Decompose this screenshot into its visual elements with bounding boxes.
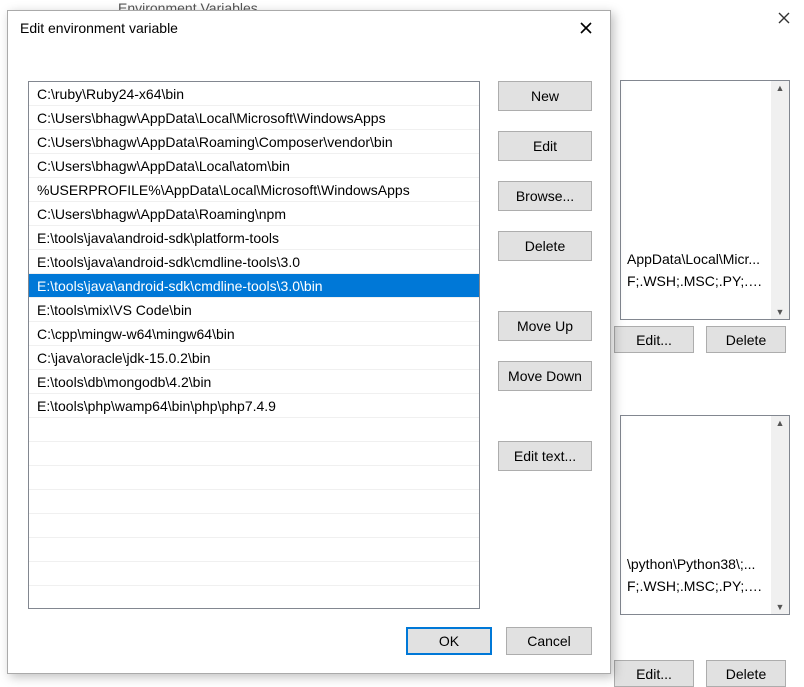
dialog-close-button[interactable] [572,14,600,42]
scroll-up-icon: ▲ [776,416,785,430]
parent-list2-text1: \python\Python38\;... [627,556,769,572]
path-row[interactable]: %USERPROFILE%\AppData\Local\Microsoft\Wi… [29,178,479,202]
path-row[interactable]: C:\Users\bhagw\AppData\Roaming\Composer\… [29,130,479,154]
parent-edit1-button[interactable]: Edit... [614,326,694,353]
parent-list1-text2: F;.WSH;.MSC;.PY;.PY... [627,273,769,289]
path-listbox[interactable]: C:\ruby\Ruby24-x64\binC:\Users\bhagw\App… [28,81,480,609]
dialog-footer: OK Cancel [406,627,592,655]
path-row-empty[interactable] [29,466,479,490]
parent-list-1: AppData\Local\Micr... F;.WSH;.MSC;.PY;.P… [620,80,790,320]
dialog-titlebar: Edit environment variable [8,11,610,45]
parent-list-2: \python\Python38\;... F;.WSH;.MSC;.PY;.P… [620,415,790,615]
path-row[interactable]: C:\ruby\Ruby24-x64\bin [29,82,479,106]
path-row-empty[interactable] [29,514,479,538]
side-button-column: New Edit Browse... Delete Move Up Move D… [498,81,592,471]
path-row[interactable]: C:\java\oracle\jdk-15.0.2\bin [29,346,479,370]
edit-button[interactable]: Edit [498,131,592,161]
edit-env-var-dialog: Edit environment variable C:\ruby\Ruby24… [7,10,611,674]
parent-close-button[interactable] [772,6,796,30]
path-row[interactable]: C:\Users\bhagw\AppData\Roaming\npm [29,202,479,226]
delete-button[interactable]: Delete [498,231,592,261]
move-down-button[interactable]: Move Down [498,361,592,391]
path-row-empty[interactable] [29,490,479,514]
path-row[interactable]: C:\Users\bhagw\AppData\Local\atom\bin [29,154,479,178]
path-row-empty[interactable] [29,418,479,442]
path-row[interactable]: E:\tools\db\mongodb\4.2\bin [29,370,479,394]
path-row[interactable]: C:\Users\bhagw\AppData\Local\Microsoft\W… [29,106,479,130]
parent-list1-text1: AppData\Local\Micr... [627,251,769,267]
scroll-down-icon: ▼ [776,600,785,614]
parent-list2-text2: F;.WSH;.MSC;.PY;.PYW [627,578,769,594]
path-row-empty[interactable] [29,562,479,586]
move-up-button[interactable]: Move Up [498,311,592,341]
parent-list2-scrollbar[interactable]: ▲ ▼ [771,416,789,614]
parent-delete2-button[interactable]: Delete [706,660,786,687]
path-row[interactable]: E:\tools\java\android-sdk\platform-tools [29,226,479,250]
path-row-empty[interactable] [29,538,479,562]
close-icon [580,22,592,34]
parent-edit2-button[interactable]: Edit... [614,660,694,687]
cancel-button[interactable]: Cancel [506,627,592,655]
scroll-down-icon: ▼ [776,305,785,319]
dialog-title: Edit environment variable [20,20,178,36]
path-row[interactable]: E:\tools\java\android-sdk\cmdline-tools\… [29,250,479,274]
path-row[interactable]: E:\tools\mix\VS Code\bin [29,298,479,322]
path-row-empty[interactable] [29,442,479,466]
ok-button[interactable]: OK [406,627,492,655]
path-row[interactable]: E:\tools\php\wamp64\bin\php\php7.4.9 [29,394,479,418]
parent-list1-scrollbar[interactable]: ▲ ▼ [771,81,789,319]
browse-button[interactable]: Browse... [498,181,592,211]
close-icon [778,12,790,24]
path-row[interactable]: E:\tools\java\android-sdk\cmdline-tools\… [29,274,479,298]
edit-text-button[interactable]: Edit text... [498,441,592,471]
scroll-up-icon: ▲ [776,81,785,95]
parent-delete1-button[interactable]: Delete [706,326,786,353]
new-button[interactable]: New [498,81,592,111]
path-row[interactable]: C:\cpp\mingw-w64\mingw64\bin [29,322,479,346]
